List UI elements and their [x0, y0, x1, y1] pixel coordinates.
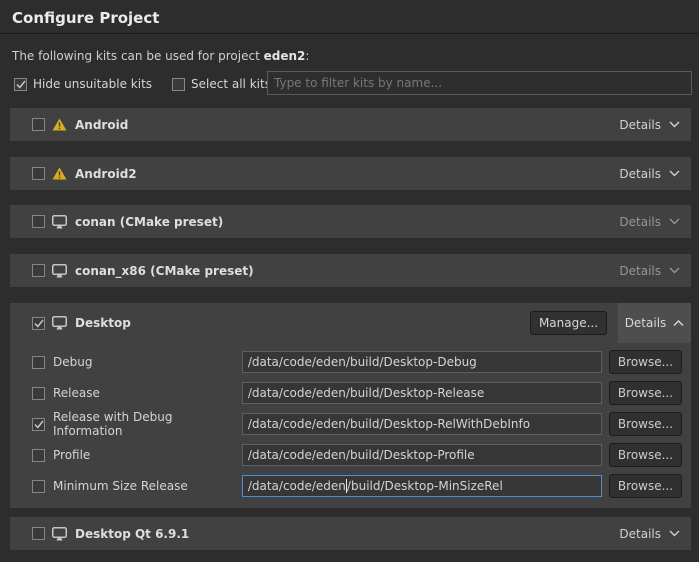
build-config-label: Profile [53, 448, 242, 462]
desktop-icon [52, 215, 67, 229]
desktop-icon [52, 316, 67, 330]
checkmark-icon [34, 420, 44, 429]
chevron-down-icon [669, 121, 680, 128]
title-separator [0, 33, 699, 34]
kit-name: Desktop Qt 6.9.1 [75, 527, 189, 541]
build-config-checkbox[interactable] [32, 480, 45, 493]
build-config-row-profile: Profile Browse... [32, 444, 682, 466]
kit-filter-controls: Hide unsuitable kits Select all kits [14, 77, 291, 91]
kit-checkbox[interactable] [32, 215, 45, 228]
details-toggle[interactable]: Details [618, 303, 691, 343]
kit-checkbox[interactable] [32, 167, 45, 180]
kit-name: Desktop [75, 316, 131, 330]
desktop-icon [52, 264, 67, 278]
hide-unsuitable-checkbox[interactable] [14, 78, 27, 91]
kit-checkbox[interactable] [32, 264, 45, 277]
manage-button[interactable]: Manage... [530, 311, 607, 335]
project-name: eden2 [264, 49, 306, 63]
browse-button[interactable]: Browse... [609, 412, 682, 436]
kit-row-desktop-qt[interactable]: Desktop Qt 6.9.1 Details [10, 517, 691, 550]
kit-name: Android [75, 118, 128, 132]
details-toggle[interactable]: Details [619, 118, 680, 132]
details-toggle[interactable]: Details [619, 527, 680, 541]
kit-row-conan[interactable]: conan (CMake preset) Details [10, 205, 691, 238]
intro-text: The following kits can be used for proje… [12, 49, 309, 63]
build-config-label: Release [53, 386, 242, 400]
kit-name: Android2 [75, 167, 137, 181]
kit-row-conan-x86[interactable]: conan_x86 (CMake preset) Details [10, 254, 691, 287]
build-config-label: Release with Debug Information [53, 410, 242, 438]
build-config-row-relwithdebinfo: Release with Debug Information Browse... [32, 413, 682, 435]
select-all-label[interactable]: Select all kits [191, 77, 271, 91]
select-all-checkbox[interactable] [172, 78, 185, 91]
build-config-label: Debug [53, 355, 242, 369]
build-config-row-minsizerel: Minimum Size Release /data/code/eden/bui… [32, 475, 682, 497]
chevron-down-icon [669, 267, 680, 274]
chevron-up-icon [673, 320, 684, 327]
desktop-icon [52, 527, 67, 541]
kit-name: conan (CMake preset) [75, 215, 223, 229]
build-config-label: Minimum Size Release [53, 479, 242, 493]
kit-panel-desktop: Desktop Manage... Details Debug Browse..… [10, 303, 691, 508]
browse-button[interactable]: Browse... [609, 474, 682, 498]
kit-name: conan_x86 (CMake preset) [75, 264, 254, 278]
checkmark-icon [34, 319, 44, 328]
chevron-down-icon [669, 170, 680, 177]
build-config-row-debug: Debug Browse... [32, 351, 682, 373]
kit-filter-input[interactable] [267, 71, 692, 95]
chevron-down-icon [669, 218, 680, 225]
details-toggle[interactable]: Details [619, 264, 680, 278]
browse-button[interactable]: Browse... [609, 350, 682, 374]
build-dir-input[interactable] [242, 351, 602, 373]
build-config-checkbox[interactable] [32, 387, 45, 400]
browse-button[interactable]: Browse... [609, 381, 682, 405]
build-dir-input[interactable] [242, 413, 602, 435]
checkmark-icon [16, 80, 26, 89]
browse-button[interactable]: Browse... [609, 443, 682, 467]
kit-checkbox[interactable] [32, 317, 45, 330]
build-dir-input[interactable] [242, 444, 602, 466]
chevron-down-icon [669, 530, 680, 537]
warning-icon [52, 167, 67, 180]
build-dir-input-focused[interactable]: /data/code/eden/build/Desktop-MinSizeRel [242, 475, 602, 497]
kit-checkbox[interactable] [32, 527, 45, 540]
kit-checkbox[interactable] [32, 118, 45, 131]
build-dir-input[interactable] [242, 382, 602, 404]
kit-row-desktop[interactable]: Desktop Manage... Details [10, 303, 691, 343]
build-config-checkbox[interactable] [32, 449, 45, 462]
kit-row-android[interactable]: Android Details [10, 108, 691, 141]
warning-icon [52, 118, 67, 131]
build-config-row-release: Release Browse... [32, 382, 682, 404]
build-config-checkbox[interactable] [32, 418, 45, 431]
build-config-checkbox[interactable] [32, 356, 45, 369]
details-toggle[interactable]: Details [619, 215, 680, 229]
kit-row-android2[interactable]: Android2 Details [10, 157, 691, 190]
page-title: Configure Project [12, 9, 159, 27]
details-toggle[interactable]: Details [619, 167, 680, 181]
hide-unsuitable-label[interactable]: Hide unsuitable kits [33, 77, 152, 91]
